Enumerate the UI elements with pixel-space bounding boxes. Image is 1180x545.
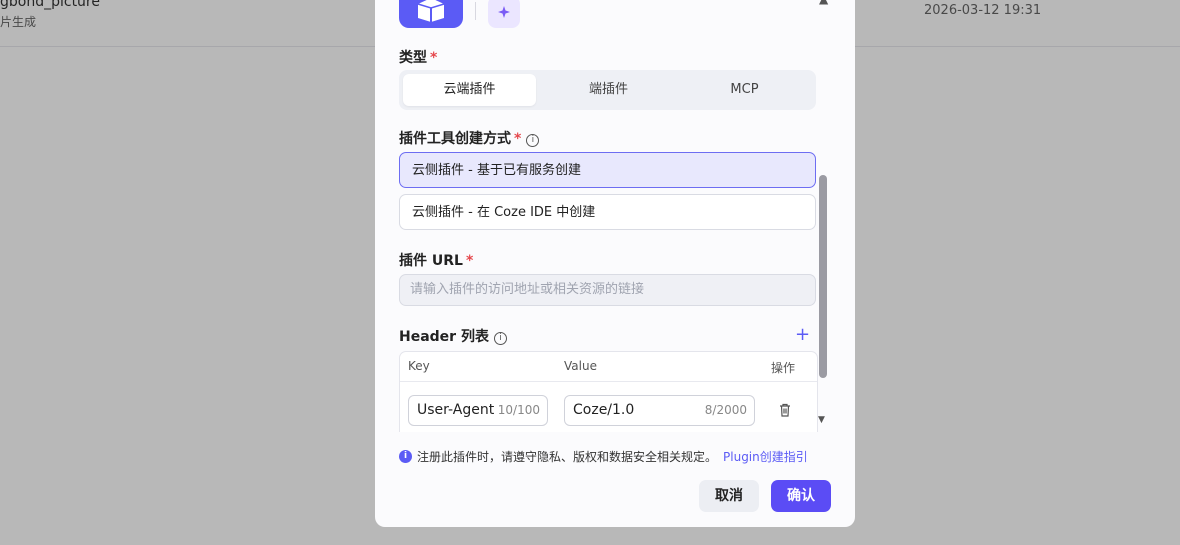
delete-icon[interactable]: [777, 402, 793, 418]
column-actions: 操作: [771, 361, 796, 375]
required-mark: *: [430, 50, 438, 66]
type-label: 类型 *: [399, 50, 438, 66]
header-table: Key Value 操作 User-Agent 10/100 Coze/1.0 …: [399, 351, 818, 432]
scrollbar-thumb[interactable]: [819, 175, 827, 378]
header-value-input[interactable]: Coze/1.0 8/2000: [564, 395, 755, 426]
tab-cloud-plugin[interactable]: 云端插件: [403, 74, 536, 106]
column-key: Key: [408, 359, 430, 373]
plugin-cube-icon[interactable]: [399, 0, 463, 28]
add-header-icon[interactable]: +: [795, 324, 810, 345]
scroll-down-icon[interactable]: ▼: [818, 415, 825, 425]
compliance-notice: i 注册此插件时，请遵守隐私、版权和数据安全相关规定。 Plugin创建指引: [399, 448, 808, 465]
header-value-value: Coze/1.0: [573, 402, 635, 418]
tab-device-plugin[interactable]: 端插件: [542, 74, 675, 106]
column-value: Value: [564, 359, 597, 373]
header-key-input[interactable]: User-Agent 10/100: [408, 395, 548, 426]
cancel-button[interactable]: 取消: [699, 480, 759, 512]
scroll-up-icon[interactable]: ▲: [819, 0, 828, 6]
plugin-url-input[interactable]: 请输入插件的访问地址或相关资源的链接: [399, 274, 816, 306]
header-key-value: User-Agent: [417, 402, 495, 418]
header-list-label: Header 列表 i: [399, 326, 507, 346]
option-existing-service[interactable]: 云侧插件 - 基于已有服务创建: [399, 152, 816, 188]
type-segmented-control: 云端插件 端插件 MCP: [399, 70, 816, 110]
option-coze-ide[interactable]: 云侧插件 - 在 Coze IDE 中创建: [399, 194, 816, 230]
confirm-button[interactable]: 确认: [771, 480, 831, 512]
notice-text: 注册此插件时，请遵守隐私、版权和数据安全相关规定。: [417, 450, 718, 464]
info-icon[interactable]: i: [526, 134, 540, 147]
key-char-count: 10/100: [497, 403, 540, 417]
create-plugin-dialog: ▲ 类型* 云端插件 端插件 MCP 插件工具创建方式*i 云侧插件 - 基于已…: [375, 0, 855, 527]
required-mark: *: [514, 131, 522, 147]
tab-mcp[interactable]: MCP: [678, 74, 811, 106]
value-char-count: 8/2000: [704, 403, 747, 417]
plugin-url-label: 插件 URL *: [399, 253, 474, 269]
required-mark: *: [465, 253, 474, 269]
info-filled-icon: i: [399, 450, 412, 463]
creation-method-label: 插件工具创建方式 * i: [399, 128, 540, 148]
icon-divider: [475, 2, 476, 20]
plugin-guide-link[interactable]: Plugin创建指引: [723, 448, 808, 465]
info-icon[interactable]: i: [493, 332, 507, 345]
ai-generate-icon[interactable]: [488, 0, 520, 28]
table-divider: [400, 381, 817, 382]
